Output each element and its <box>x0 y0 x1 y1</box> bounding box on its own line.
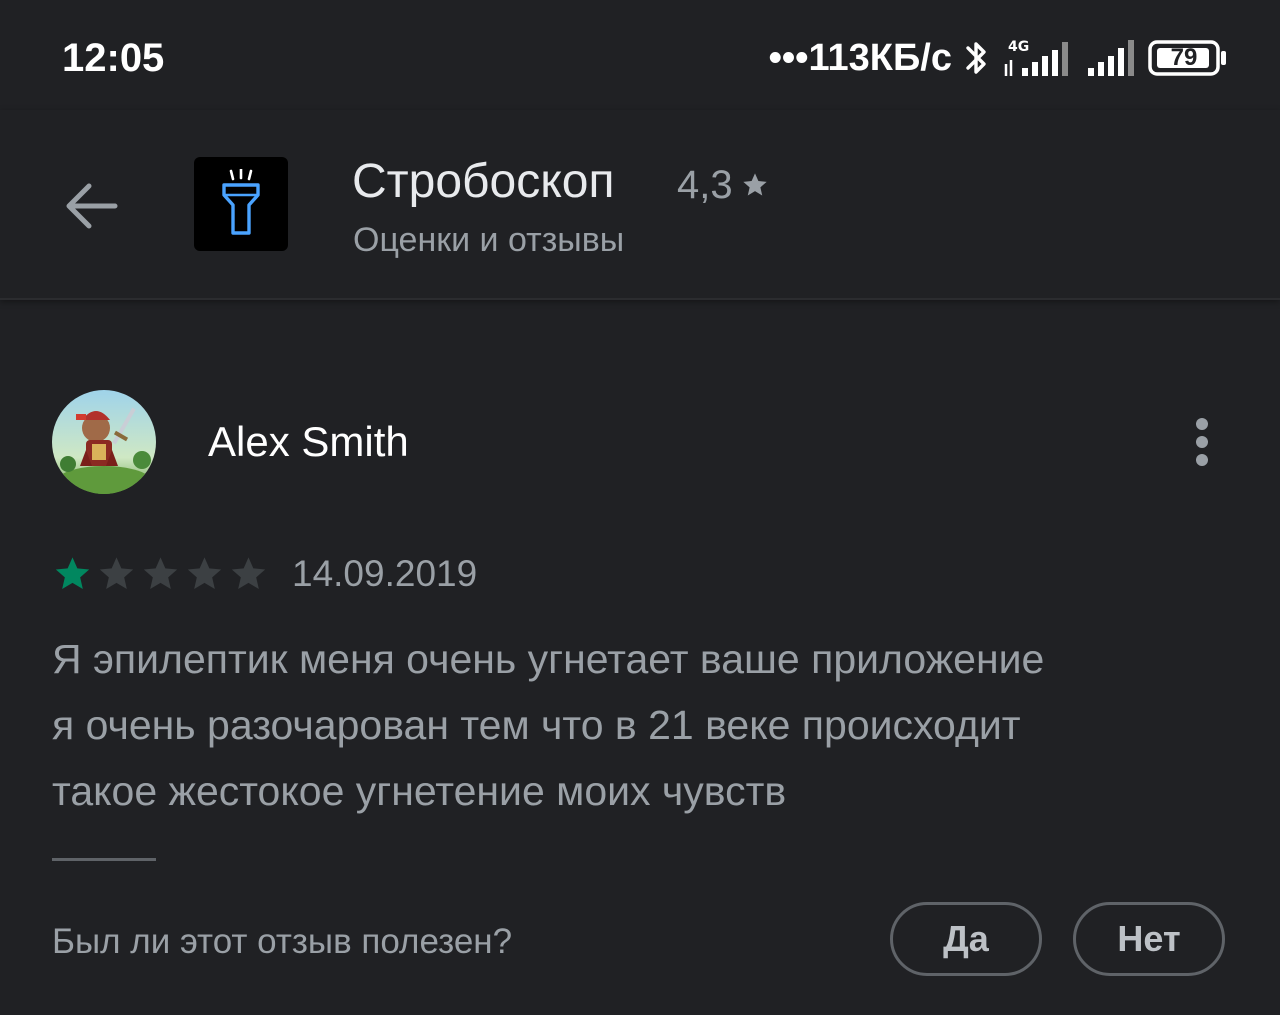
reviewer-name: Alex Smith <box>208 418 409 465</box>
helpful-yes-button[interactable]: Да <box>890 902 1042 976</box>
app-title: Стробоскоп <box>352 155 615 208</box>
more-options-button[interactable] <box>1182 412 1222 472</box>
star-empty-icon <box>187 557 222 589</box>
app-rating-value: 4,3 <box>677 163 733 207</box>
review-date: 14.09.2019 <box>292 553 478 594</box>
more-vertical-icon-dot <box>1196 454 1208 466</box>
more-vertical-icon-dot <box>1196 418 1208 430</box>
star-empty-icon <box>231 557 266 589</box>
star-icon <box>742 173 767 196</box>
review-text-line: такое жестокое угнетение моих чувств <box>52 768 787 814</box>
arrow-left-icon <box>66 183 118 229</box>
signal-4g-icon: 4G <box>1002 36 1074 80</box>
header-subtitle: Оценки и отзывы <box>353 221 625 259</box>
helpful-no-button[interactable]: Нет <box>1073 902 1225 976</box>
star-filled-icon <box>55 557 90 589</box>
network-speed: •••113КБ/с <box>768 37 952 79</box>
back-button[interactable] <box>58 176 124 236</box>
status-bar: 12:05 •••113КБ/с 4G 79 <box>0 0 1280 110</box>
bluetooth-icon <box>964 38 990 78</box>
status-time: 12:05 <box>62 36 165 80</box>
app-rating: 4,3 <box>677 160 769 210</box>
avatar[interactable] <box>52 390 156 494</box>
app-icon[interactable] <box>194 157 288 251</box>
more-vertical-icon-dot <box>1196 436 1208 448</box>
flashlight-icon <box>222 169 260 235</box>
svg-text:4G: 4G <box>1008 39 1029 55</box>
review-text-line: я очень разочарован тем что в 21 веке пр… <box>52 702 1021 748</box>
divider <box>52 858 156 861</box>
status-indicators: •••113КБ/с 4G 79 <box>769 34 1228 82</box>
star-empty-icon <box>99 557 134 589</box>
battery-level: 79 <box>1170 44 1198 71</box>
battery-icon: 79 <box>1148 38 1228 78</box>
helpful-question: Был ли этот отзыв полезен? <box>52 922 513 961</box>
app-header: Стробоскоп 4,3 Оценки и отзывы <box>0 110 1280 300</box>
review-text-line: Я эпилептик меня очень угнетает ваше при… <box>52 636 1045 682</box>
star-empty-icon <box>143 557 178 589</box>
review-rating-stars <box>52 554 269 594</box>
avatar-knight-image <box>52 390 156 494</box>
signal-icon <box>1086 36 1136 80</box>
review-text: Я эпилептик меня очень угнетает ваше при… <box>52 626 1232 824</box>
